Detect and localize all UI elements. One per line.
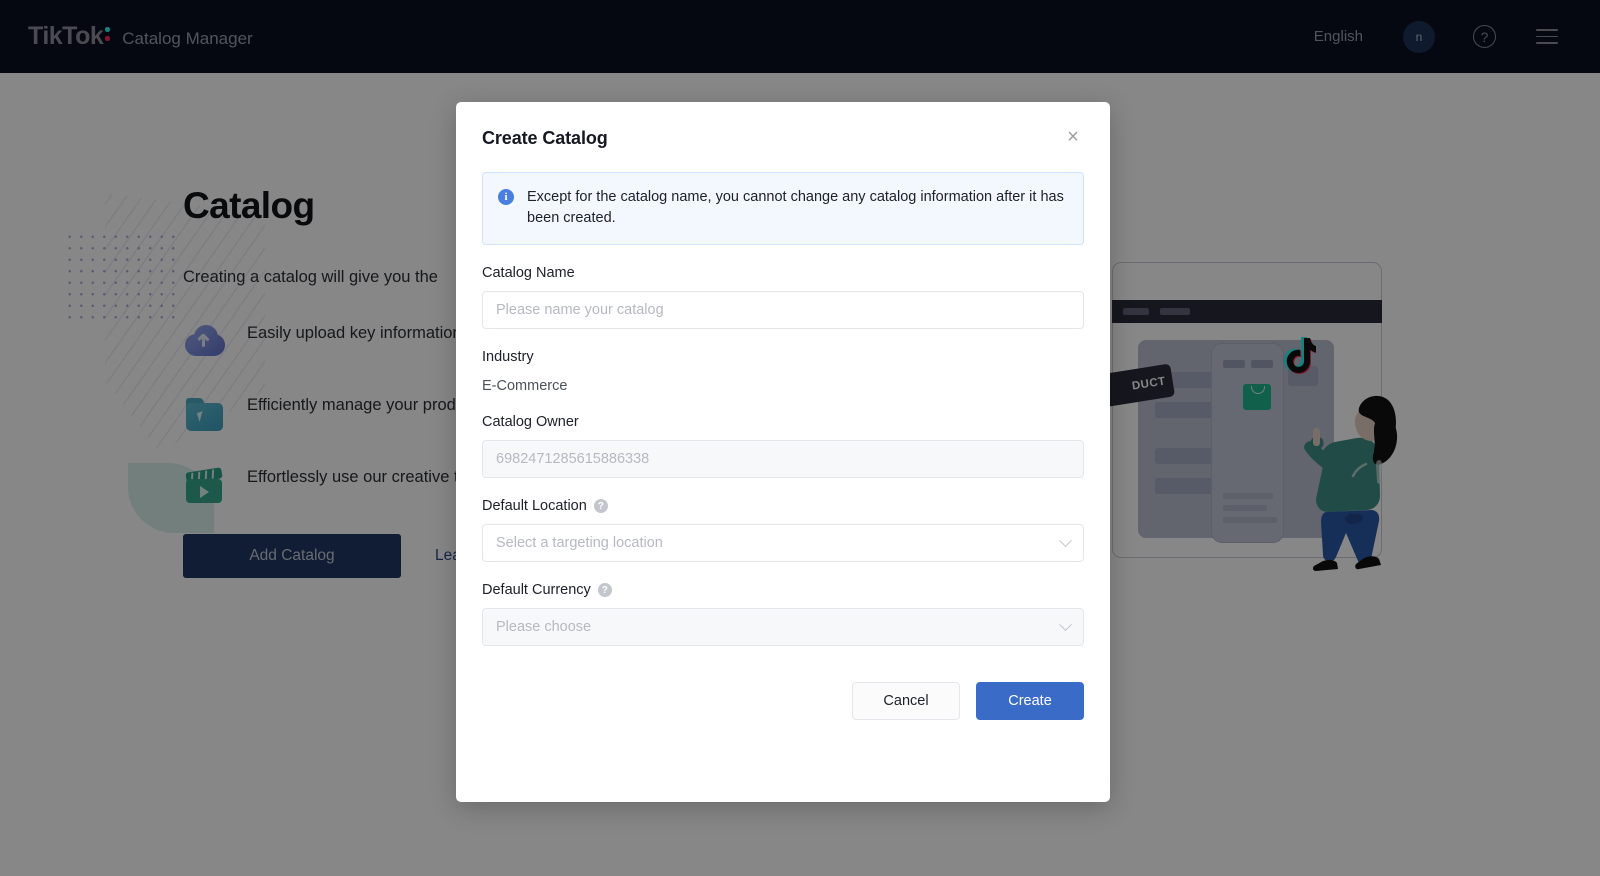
chevron-down-icon: [1059, 618, 1072, 631]
create-catalog-modal: Create Catalog × i Except for the catalo…: [456, 102, 1110, 802]
field-industry: Industry E-Commerce: [482, 349, 1084, 394]
default-location-label: Default Location ?: [482, 498, 1084, 514]
default-currency-label-text: Default Currency: [482, 582, 591, 598]
industry-value: E-Commerce: [482, 378, 1084, 394]
field-catalog-name: Catalog Name: [482, 265, 1084, 329]
field-default-location: Default Location ? Select a targeting lo…: [482, 498, 1084, 562]
field-catalog-owner: Catalog Owner: [482, 414, 1084, 478]
default-location-label-text: Default Location: [482, 498, 587, 514]
catalog-name-input[interactable]: [482, 291, 1084, 329]
info-banner-text: Except for the catalog name, you cannot …: [527, 187, 1067, 229]
catalog-owner-label: Catalog Owner: [482, 414, 1084, 430]
help-tooltip-icon[interactable]: ?: [598, 583, 612, 597]
cancel-button[interactable]: Cancel: [852, 682, 960, 720]
modal-header: Create Catalog ×: [482, 128, 1084, 150]
chevron-down-icon: [1059, 534, 1072, 547]
catalog-owner-input[interactable]: [482, 440, 1084, 478]
info-icon: i: [498, 189, 514, 205]
create-button[interactable]: Create: [976, 682, 1084, 720]
catalog-name-label: Catalog Name: [482, 265, 1084, 281]
default-currency-placeholder: Please choose: [496, 619, 591, 635]
modal-title: Create Catalog: [482, 128, 608, 149]
default-location-placeholder: Select a targeting location: [496, 535, 663, 551]
default-location-select[interactable]: Select a targeting location: [482, 524, 1084, 562]
default-currency-label: Default Currency ?: [482, 582, 1084, 598]
close-icon[interactable]: ×: [1062, 128, 1084, 150]
modal-footer: Cancel Create: [482, 682, 1084, 720]
industry-label: Industry: [482, 349, 1084, 365]
field-default-currency: Default Currency ? Please choose: [482, 582, 1084, 646]
default-currency-select[interactable]: Please choose: [482, 608, 1084, 646]
info-banner: i Except for the catalog name, you canno…: [482, 172, 1084, 245]
help-tooltip-icon[interactable]: ?: [594, 499, 608, 513]
